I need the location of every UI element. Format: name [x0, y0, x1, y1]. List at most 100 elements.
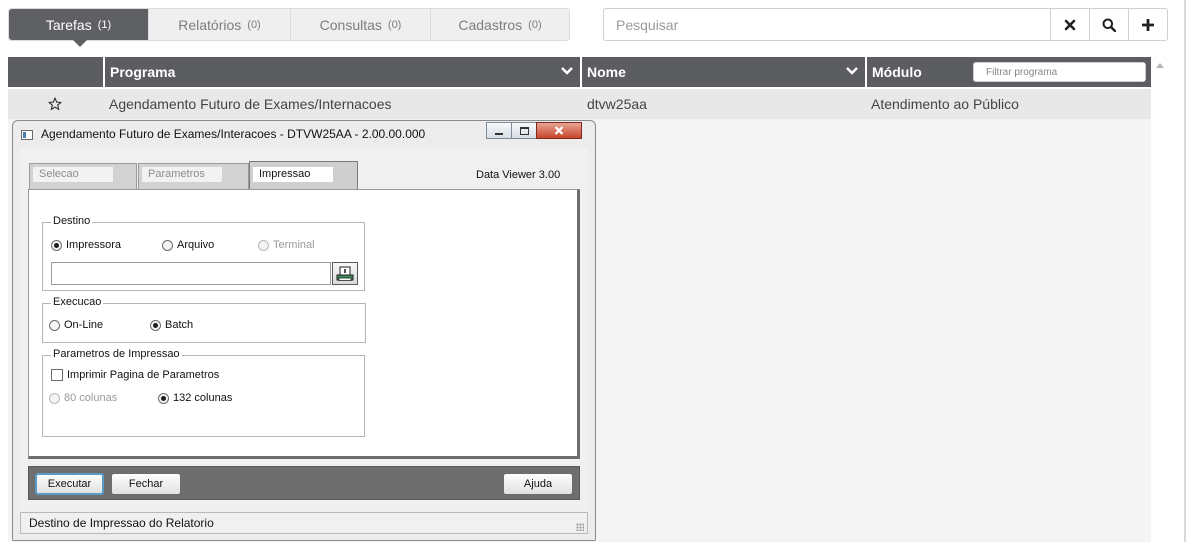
dialog-titlebar[interactable]: Agendamento Futuro de Exames/Interacoes …: [13, 121, 595, 147]
tab-label: Selecao: [33, 167, 113, 182]
radio-label: Arquivo: [177, 239, 215, 251]
execucao-group: Execucao On-Line Batch: [42, 296, 366, 343]
scroll-up-arrow-icon[interactable]: [1156, 63, 1164, 68]
tab-count: (1): [97, 18, 112, 31]
minimize-icon: [495, 132, 503, 135]
parametros-impressao-group: Parametros de Impressao Imprimir Pagina …: [42, 348, 365, 437]
chevron-down-icon[interactable]: [561, 66, 573, 76]
radio-indicator: [51, 239, 62, 251]
column-divider: [865, 57, 867, 87]
column-label: Nome: [587, 64, 626, 80]
tab-label: Tarefas: [45, 16, 92, 33]
data-viewer-version: Data Viewer 3.00: [476, 169, 561, 181]
group-title: Destino: [51, 215, 93, 227]
group-title: Execucao: [51, 296, 104, 308]
tab-relatorios[interactable]: Relatórios (0): [149, 9, 291, 40]
tab-label: Impressao: [253, 167, 333, 182]
search-button[interactable]: [1089, 9, 1128, 40]
radio-label: Batch: [165, 319, 194, 331]
column-header-nome[interactable]: Nome: [587, 57, 626, 87]
destino-group: Destino Impressora Arquivo Terminal: [42, 215, 365, 291]
radio-indicator: [158, 392, 169, 404]
column-divider: [580, 57, 582, 87]
radio-label: 80 colunas: [64, 392, 118, 404]
column-divider: [103, 57, 105, 87]
status-text: Destino de Impressao do Relatorio: [29, 516, 214, 530]
checkbox-label: Imprimir Pagina de Parametros: [67, 369, 220, 381]
chevron-down-icon[interactable]: [846, 66, 858, 76]
cell-nome: dtvw25aa: [587, 96, 647, 112]
radio-impressora[interactable]: Impressora: [51, 239, 121, 251]
dialog-client-area: Selecao Parametros Impressao Data Viewer…: [20, 148, 588, 511]
tab-label: Cadastros: [458, 16, 523, 33]
radio-online[interactable]: On-Line: [49, 319, 103, 331]
tab-label: Relatórios: [178, 16, 242, 33]
filter-program-input[interactable]: [973, 62, 1146, 82]
favorite-toggle[interactable]: [48, 89, 62, 119]
tab-cadastros[interactable]: Cadastros (0): [431, 9, 569, 40]
tab-selecao[interactable]: Selecao: [29, 163, 137, 189]
choose-printer-button[interactable]: [332, 262, 358, 285]
maximize-button[interactable]: [511, 122, 537, 139]
column-label: Módulo: [872, 64, 922, 80]
tab-count: (0): [387, 18, 402, 31]
clear-search-button[interactable]: [1050, 9, 1089, 40]
checkbox-indicator: [51, 369, 63, 381]
radio-batch[interactable]: Batch: [150, 319, 193, 331]
radio-indicator: [258, 239, 269, 251]
table-row[interactable]: Agendamento Futuro de Exames/Internacoes…: [8, 89, 1151, 119]
radio-indicator: [150, 319, 161, 331]
resize-grip-icon[interactable]: [576, 523, 584, 531]
dialog-title: Agendamento Futuro de Exames/Interacoes …: [41, 127, 426, 141]
star-outline-icon: [48, 97, 62, 111]
tab-count: (0): [528, 18, 542, 31]
radio-indicator: [49, 319, 60, 331]
ajuda-button[interactable]: Ajuda: [503, 473, 573, 495]
add-button[interactable]: [1128, 9, 1167, 40]
cell-modulo: Atendimento ao Público: [871, 96, 1019, 112]
radio-80-colunas: 80 colunas: [49, 392, 117, 404]
close-window-button[interactable]: [536, 122, 582, 139]
close-icon: [554, 126, 564, 135]
radio-indicator: [162, 239, 173, 251]
plus-icon: [1142, 18, 1154, 31]
grid-header: Programa Nome Módulo: [8, 57, 1151, 87]
cell-programa: Agendamento Futuro de Exames/Internacoes: [109, 96, 392, 112]
column-header-modulo[interactable]: Módulo: [872, 57, 922, 87]
radio-label: 132 colunas: [173, 392, 233, 404]
tab-impressao[interactable]: Impressao: [249, 161, 358, 189]
radio-indicator: [49, 392, 60, 404]
radio-label: On-Line: [64, 319, 104, 331]
close-icon: [1064, 19, 1076, 30]
dialog-statusbar: Destino de Impressao do Relatorio: [20, 512, 588, 534]
column-header-programa[interactable]: Programa: [110, 57, 175, 87]
tab-consultas[interactable]: Consultas (0): [291, 9, 431, 40]
maximize-icon: [519, 126, 529, 135]
radio-132-colunas[interactable]: 132 colunas: [158, 392, 232, 404]
minimize-button[interactable]: [486, 122, 512, 139]
search-bar: [603, 8, 1168, 41]
radio-label: Terminal: [273, 239, 315, 251]
executar-button[interactable]: Executar: [35, 473, 104, 495]
page-edge: [1184, 0, 1186, 542]
group-title: Parametros de Impressao: [51, 348, 182, 360]
vertical-scrollbar[interactable]: [1152, 57, 1168, 542]
search-input[interactable]: [604, 9, 1050, 40]
fechar-button[interactable]: Fechar: [111, 473, 181, 495]
app-window-icon: [21, 130, 33, 140]
dialog-button-bar: Executar Fechar Ajuda: [28, 466, 580, 500]
radio-label: Impressora: [66, 239, 122, 251]
radio-terminal: Terminal: [258, 239, 315, 251]
checkbox-imprimir-parametros[interactable]: Imprimir Pagina de Parametros: [51, 369, 219, 381]
tab-tarefas[interactable]: Tarefas (1): [9, 9, 149, 47]
tab-count: (0): [247, 18, 261, 31]
column-label: Programa: [110, 64, 176, 80]
print-dialog-window: Agendamento Futuro de Exames/Interacoes …: [12, 120, 596, 541]
top-tabs: Tarefas (1) Relatórios (0) Consultas (0)…: [8, 8, 570, 47]
search-icon: [1102, 18, 1116, 32]
printer-icon: [336, 266, 354, 281]
tab-parametros[interactable]: Parametros: [138, 163, 249, 189]
destination-path-input[interactable]: [51, 262, 331, 285]
tab-label: Parametros: [142, 167, 222, 182]
radio-arquivo[interactable]: Arquivo: [162, 239, 214, 251]
